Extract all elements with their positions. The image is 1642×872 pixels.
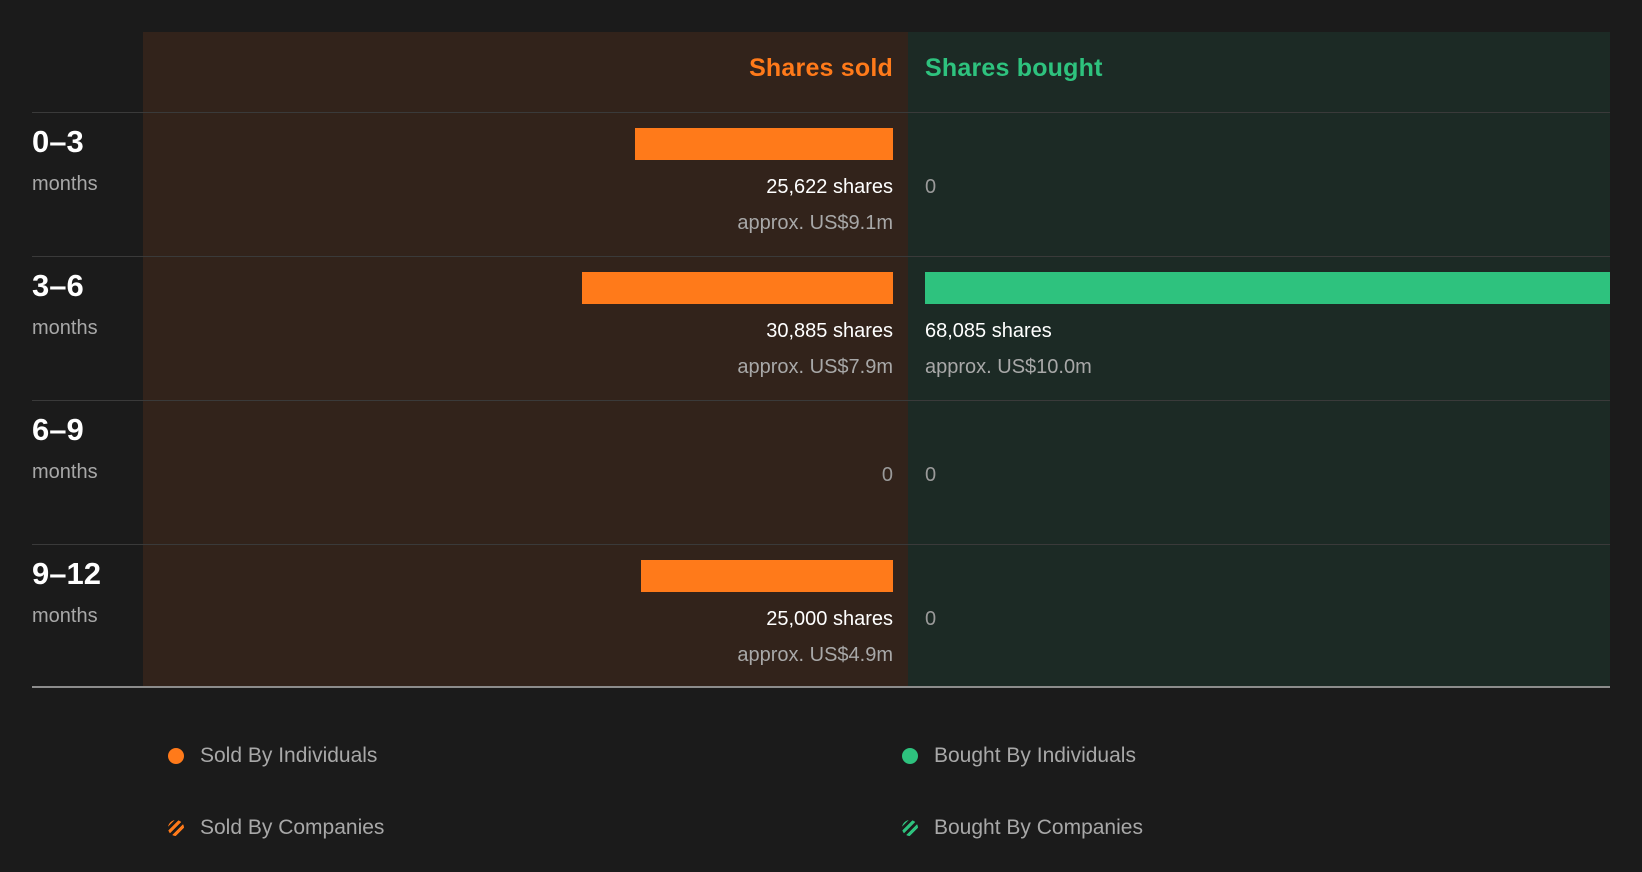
bar-shares-bought (925, 272, 1610, 304)
legend-solid-marker-icon (902, 748, 918, 764)
row-divider (32, 256, 1610, 257)
row-unit-label: months (32, 173, 98, 195)
sold-value-label: approx. US$7.9m (737, 356, 893, 378)
sold-shares-label: 25,000 shares (766, 608, 893, 630)
legend-item: Sold By Companies (168, 816, 384, 840)
legend-label: Sold By Individuals (200, 744, 378, 767)
bought-zero-label: 0 (925, 176, 937, 198)
insider-trading-chart: Shares sold Shares bought 0–3 months 25,62… (0, 0, 1642, 872)
row-divider (32, 400, 1610, 401)
row-unit-label: months (32, 461, 98, 483)
chart-baseline (32, 686, 1610, 688)
row-divider (32, 544, 1610, 545)
row-unit-label: months (32, 605, 98, 627)
bought-shares-label: 68,085 shares (925, 320, 1052, 342)
bar-shares-sold (641, 560, 893, 592)
sold-value-label: approx. US$9.1m (737, 212, 893, 234)
bought-zero-label: 0 (925, 608, 937, 630)
bar-shares-sold (582, 272, 893, 304)
bar-shares-sold (635, 128, 893, 160)
legend-hatched-marker-icon (902, 820, 918, 836)
legend-solid-marker-icon (168, 748, 184, 764)
sold-zero-label: 0 (881, 464, 893, 486)
row-range-label: 6–9 (32, 412, 84, 447)
legend-item: Bought By Companies (902, 816, 1143, 840)
header-shares-bought: Shares bought (925, 54, 1103, 82)
sold-shares-label: 25,622 shares (766, 176, 893, 198)
row-range-label: 3–6 (32, 268, 84, 303)
sold-value-label: approx. US$4.9m (737, 644, 893, 666)
row-range-label: 9–12 (32, 556, 101, 591)
legend-item: Bought By Individuals (902, 744, 1136, 768)
legend-hatched-marker-icon (168, 820, 184, 836)
row-range-label: 0–3 (32, 124, 84, 159)
legend-item: Sold By Individuals (168, 744, 377, 768)
legend-label: Bought By Individuals (934, 744, 1136, 767)
header-shares-sold: Shares sold (749, 54, 893, 82)
row-divider (32, 112, 1610, 113)
sold-shares-label: 30,885 shares (766, 320, 893, 342)
legend-label: Bought By Companies (934, 816, 1143, 839)
bought-zero-label: 0 (925, 464, 937, 486)
legend-label: Sold By Companies (200, 816, 385, 839)
row-unit-label: months (32, 317, 98, 339)
bought-value-label: approx. US$10.0m (925, 356, 1092, 378)
